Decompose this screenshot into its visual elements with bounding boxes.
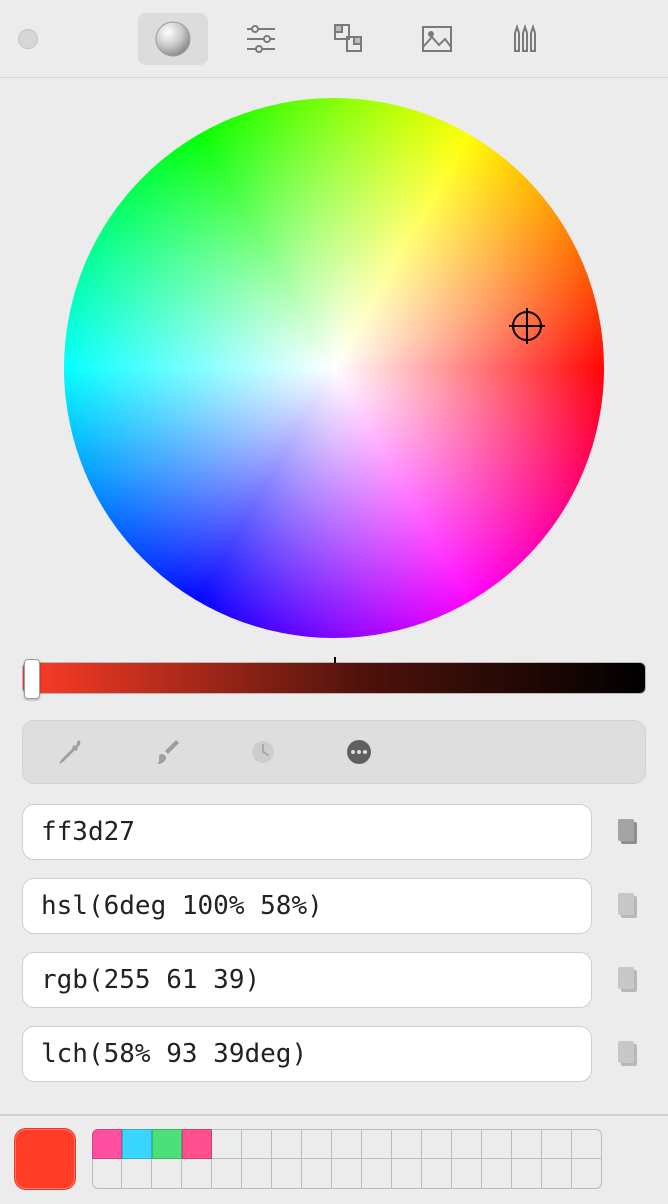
clock-icon [248, 737, 278, 767]
swatch-cell[interactable] [182, 1129, 212, 1159]
sphere-icon [153, 19, 193, 59]
copy-hsl-button[interactable] [610, 888, 646, 924]
more-icon [344, 737, 374, 767]
hex-field[interactable]: ff3d27 [22, 804, 592, 860]
swatch-cell[interactable] [182, 1159, 212, 1189]
brightness-slider[interactable] [22, 662, 646, 694]
swatch-cell[interactable] [512, 1129, 542, 1159]
clipboard-icon [613, 817, 643, 847]
swatch-cell[interactable] [272, 1159, 302, 1189]
palettes-tab[interactable] [314, 13, 384, 65]
swatch-cell[interactable] [362, 1129, 392, 1159]
swatch-cell[interactable] [212, 1129, 242, 1159]
swatch-cell[interactable] [452, 1129, 482, 1159]
current-color-swatch[interactable] [14, 1128, 76, 1190]
image-icon [417, 19, 457, 59]
color-wheel[interactable] [64, 98, 604, 638]
swatch-cell[interactable] [92, 1159, 122, 1189]
swatch-cell[interactable] [392, 1129, 422, 1159]
swatch-cell[interactable] [302, 1129, 332, 1159]
history-tool[interactable] [215, 720, 311, 784]
swatch-cell[interactable] [332, 1159, 362, 1189]
color-wheel-cursor[interactable] [512, 311, 542, 341]
eyedropper-icon [56, 737, 86, 767]
color-wheel-area [0, 78, 668, 638]
swatch-cell[interactable] [122, 1129, 152, 1159]
rgb-field[interactable]: rgb(255 61 39) [22, 952, 592, 1008]
titlebar [0, 0, 668, 78]
color-wheel-tab[interactable] [138, 13, 208, 65]
copy-rgb-button[interactable] [610, 962, 646, 998]
copy-hex-button[interactable] [610, 814, 646, 850]
clipboard-icon [613, 891, 643, 921]
picker-mode-tabs [138, 13, 560, 65]
image-tab[interactable] [402, 13, 472, 65]
swatch-cell[interactable] [572, 1129, 602, 1159]
swatch-cell[interactable] [482, 1159, 512, 1189]
swatch-cell[interactable] [542, 1129, 572, 1159]
pencils-tab[interactable] [490, 13, 560, 65]
swatch-cell[interactable] [242, 1129, 272, 1159]
pencils-icon [505, 19, 545, 59]
swatch-footer [0, 1114, 668, 1204]
swatch-cell[interactable] [272, 1129, 302, 1159]
more-tool[interactable] [311, 720, 407, 784]
sliders-tab[interactable] [226, 13, 296, 65]
swatch-row [92, 1159, 602, 1189]
swatch-cell[interactable] [482, 1129, 512, 1159]
clipboard-icon [613, 1039, 643, 1069]
swatch-cell[interactable] [242, 1159, 272, 1189]
color-values: ff3d27 hsl(6deg 100% 58%) rgb(255 61 39)… [22, 804, 646, 1082]
palettes-icon [329, 19, 369, 59]
clipboard-icon [613, 965, 643, 995]
sliders-icon [241, 19, 281, 59]
swatch-grid [92, 1129, 602, 1189]
brightness-tick [334, 657, 336, 663]
swatch-cell[interactable] [512, 1159, 542, 1189]
swatch-cell[interactable] [332, 1129, 362, 1159]
copy-lch-button[interactable] [610, 1036, 646, 1072]
tool-row [22, 720, 646, 784]
swatch-cell[interactable] [572, 1159, 602, 1189]
swatch-cell[interactable] [212, 1159, 242, 1189]
swatch-cell[interactable] [152, 1159, 182, 1189]
swatch-cell[interactable] [122, 1159, 152, 1189]
swatch-cell[interactable] [422, 1159, 452, 1189]
swatch-cell[interactable] [302, 1159, 332, 1189]
swatch-cell[interactable] [362, 1159, 392, 1189]
eyedropper-tool[interactable] [23, 720, 119, 784]
window-close-dot[interactable] [18, 29, 38, 49]
lch-field[interactable]: lch(58% 93 39deg) [22, 1026, 592, 1082]
brush-tool[interactable] [119, 720, 215, 784]
swatch-cell[interactable] [152, 1129, 182, 1159]
swatch-row [92, 1129, 602, 1159]
swatch-cell[interactable] [542, 1159, 572, 1189]
swatch-cell[interactable] [392, 1159, 422, 1189]
swatch-cell[interactable] [92, 1129, 122, 1159]
swatch-cell[interactable] [452, 1159, 482, 1189]
brush-icon [152, 737, 182, 767]
swatch-cell[interactable] [422, 1129, 452, 1159]
hsl-field[interactable]: hsl(6deg 100% 58%) [22, 878, 592, 934]
brightness-handle[interactable] [24, 659, 40, 699]
